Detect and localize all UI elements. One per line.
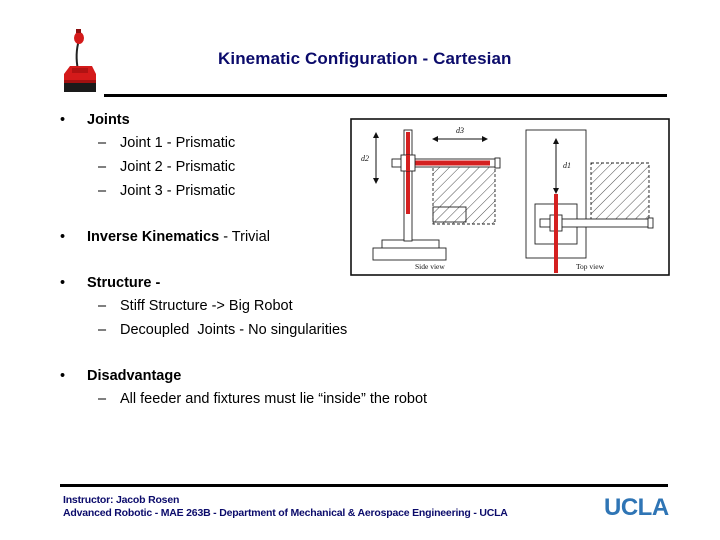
base-lower [372, 247, 447, 261]
bullet-label: Inverse Kinematics [87, 229, 220, 245]
red-robot-logo-icon [64, 29, 96, 92]
footer-instructor: Instructor: Jacob Rosen [63, 494, 180, 506]
side-view-caption: Side view [415, 262, 445, 271]
end-effector [494, 157, 501, 169]
label-d3: d3 [456, 126, 464, 135]
joint-highlight-horizontal [412, 160, 490, 166]
sub-text: Joint 3 - Prismatic [120, 183, 236, 199]
bullet-marker: • [60, 368, 66, 384]
cartesian-robot-diagram: d2 d3 Side view d1 Top view [350, 118, 670, 276]
sub-marker: – [98, 183, 107, 199]
bullet-suffix: - Trivial [219, 229, 270, 245]
ucla-logo: UCLA [604, 494, 669, 521]
bullet-label: Structure - [87, 275, 161, 291]
label-d1: d1 [563, 161, 571, 170]
slide-title: Kinematic Configuration - Cartesian [218, 49, 512, 68]
sub-text: Decoupled Joints - No singularities [120, 322, 348, 338]
bullet-marker: • [60, 275, 66, 291]
bullet-marker: • [60, 112, 66, 128]
title-divider [104, 94, 667, 97]
sub-text: Joint 2 - Prismatic [120, 159, 236, 175]
footer: Instructor: Jacob Rosen Advanced Robotic… [63, 494, 508, 520]
top-view-caption: Top view [576, 262, 605, 271]
slide: Kinematic Configuration - Cartesian • Jo… [0, 0, 720, 540]
bullet-label: Joints [87, 112, 130, 128]
sub-text: Stiff Structure -> Big Robot [120, 298, 293, 314]
sub-marker: – [98, 298, 107, 314]
sub-text: Joint 1 - Prismatic [120, 135, 236, 151]
sub-marker: – [98, 135, 107, 151]
side-workspace [432, 165, 496, 225]
label-d2: d2 [361, 154, 369, 163]
sub-marker: – [98, 159, 107, 175]
bullet-marker: • [60, 229, 66, 245]
joint-highlight-top [554, 194, 558, 273]
bullet-label: Disadvantage [87, 368, 182, 384]
sub-marker: – [98, 391, 107, 407]
sub-text: All feeder and fixtures must lie “inside… [120, 391, 428, 407]
sub-marker: – [98, 322, 107, 338]
footer-course: Advanced Robotic - MAE 263B - Department… [63, 507, 508, 519]
joint-highlight-vertical [406, 132, 410, 214]
top-workspace [590, 162, 650, 222]
footer-divider [60, 484, 668, 487]
